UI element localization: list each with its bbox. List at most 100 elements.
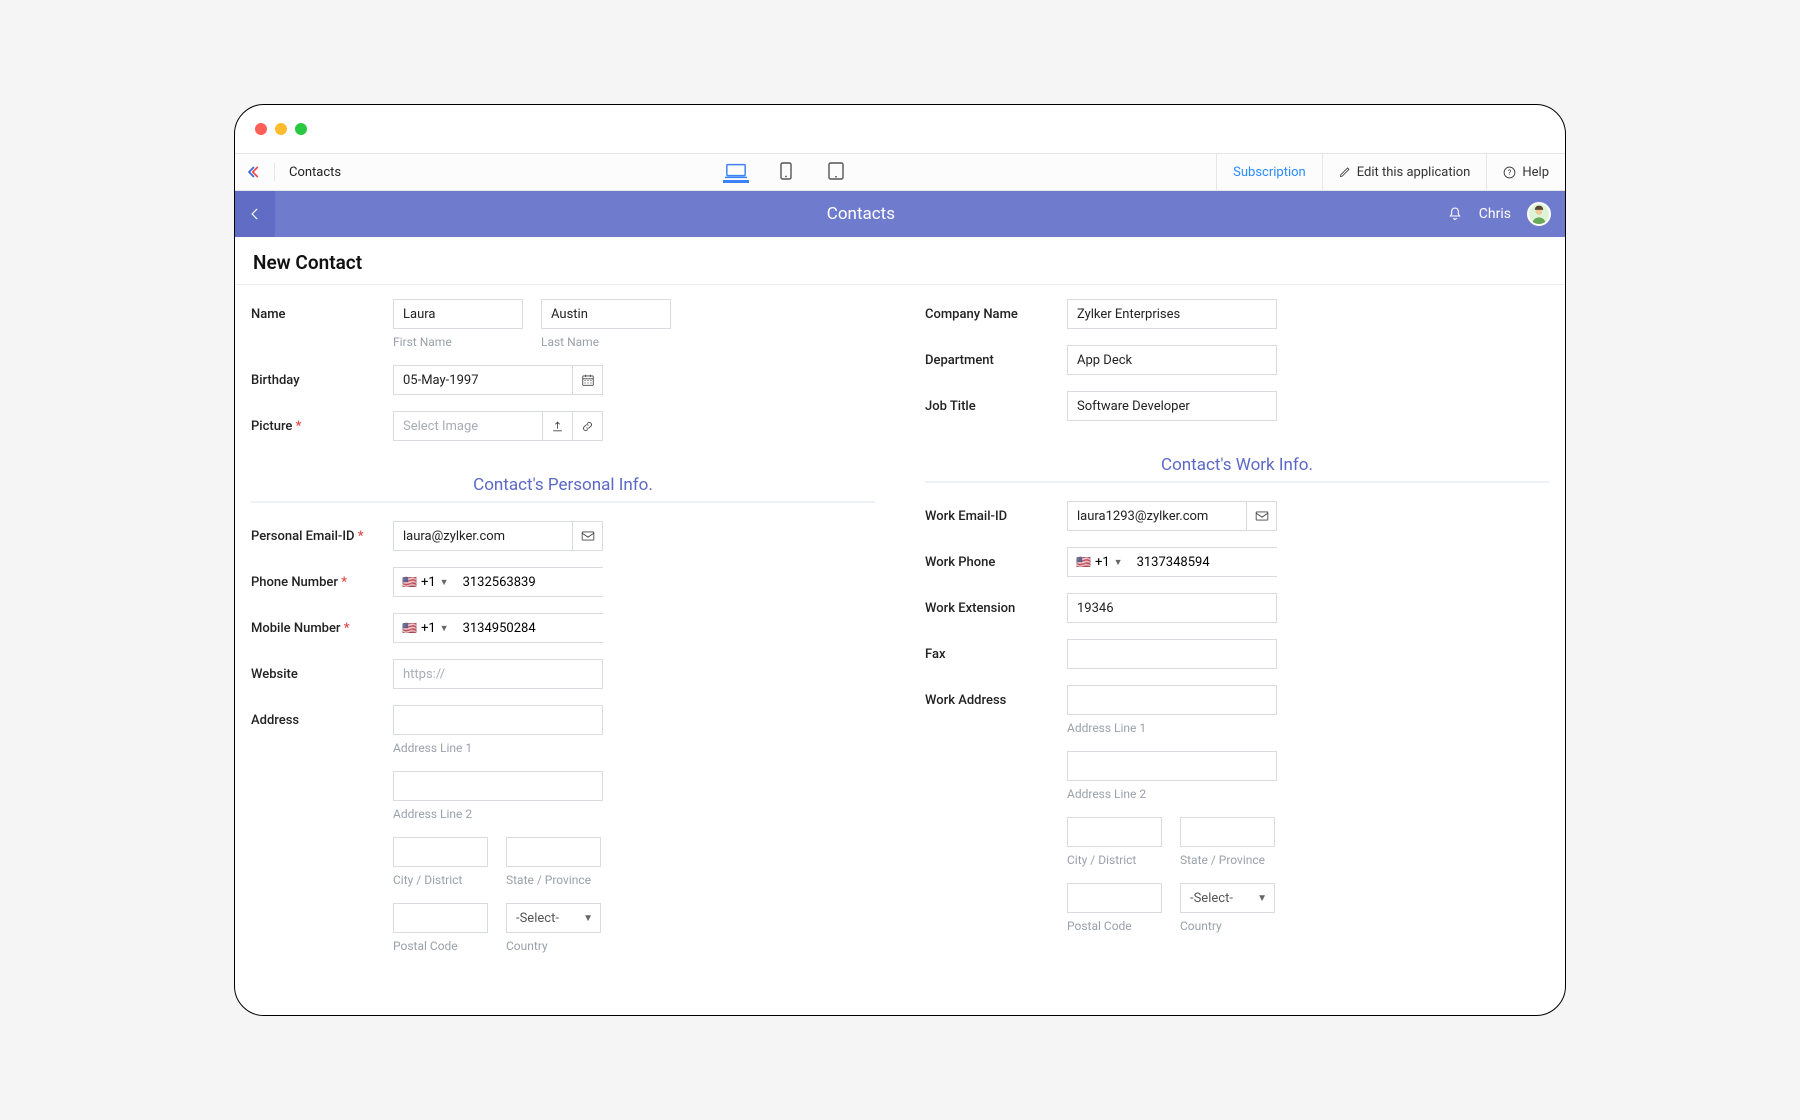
device-phone-icon[interactable] (773, 161, 799, 183)
personal-email-input[interactable] (393, 521, 573, 551)
mobile-label: Mobile Number * (251, 613, 393, 636)
birthday-input[interactable] (393, 365, 573, 395)
help-button[interactable]: ? Help (1486, 154, 1565, 190)
mobile-input[interactable] (457, 614, 635, 642)
mobile-code: +1 (421, 621, 436, 636)
work-phone-code: +1 (1095, 555, 1110, 570)
device-tablet-icon[interactable] (823, 161, 849, 183)
app-name: Contacts (275, 165, 355, 180)
svg-text:?: ? (1508, 168, 1512, 177)
country-select[interactable] (506, 903, 601, 933)
personal-email-label: Personal Email-ID * (251, 521, 393, 544)
address-label: Address (251, 705, 393, 728)
chevron-down-icon[interactable]: ▼ (1114, 557, 1123, 568)
addr-line2-sublabel: Address Line 2 (393, 807, 875, 821)
upload-icon[interactable] (543, 411, 573, 441)
work-ext-input[interactable] (1067, 593, 1277, 623)
flag-icon: 🇺🇸 (402, 575, 417, 589)
work-addr-line1-sublabel: Address Line 1 (1067, 721, 1549, 735)
department-input[interactable] (1067, 345, 1277, 375)
flag-icon: 🇺🇸 (1076, 555, 1091, 569)
maximize-dot[interactable] (295, 123, 307, 135)
personal-section-heading: Contact's Personal Info. (251, 475, 875, 495)
work-phone-label: Work Phone (925, 547, 1067, 570)
name-label: Name (251, 299, 393, 322)
picture-input[interactable] (393, 411, 543, 441)
department-label: Department (925, 345, 1067, 368)
close-dot[interactable] (255, 123, 267, 135)
header-title: Contacts (275, 204, 1447, 224)
link-icon[interactable] (573, 411, 603, 441)
company-input[interactable] (1067, 299, 1277, 329)
edit-application-button[interactable]: Edit this application (1322, 154, 1487, 190)
website-label: Website (251, 659, 393, 682)
mail-icon[interactable] (573, 521, 603, 551)
work-address-label: Work Address (925, 685, 1067, 708)
country-sublabel: Country (506, 939, 601, 953)
work-address-line1-input[interactable] (1067, 685, 1277, 715)
phone-input-group: 🇺🇸 +1 ▼ (393, 567, 603, 597)
website-input[interactable] (393, 659, 603, 689)
phone-label: Phone Number * (251, 567, 393, 590)
address-line2-input[interactable] (393, 771, 603, 801)
work-ext-label: Work Extension (925, 593, 1067, 616)
work-state-input[interactable] (1180, 817, 1275, 847)
postal-input[interactable] (393, 903, 488, 933)
jobtitle-input[interactable] (1067, 391, 1277, 421)
work-state-sublabel: State / Province (1180, 853, 1275, 867)
chevron-down-icon[interactable]: ▼ (440, 577, 449, 588)
work-addr-line2-sublabel: Address Line 2 (1067, 787, 1549, 801)
fax-input[interactable] (1067, 639, 1277, 669)
minimize-dot[interactable] (275, 123, 287, 135)
section-divider (251, 501, 875, 503)
work-country-sublabel: Country (1180, 919, 1275, 933)
app-logo[interactable] (235, 163, 275, 181)
mail-icon[interactable] (1247, 501, 1277, 531)
picture-label: Picture * (251, 411, 393, 434)
user-name[interactable]: Chris (1479, 206, 1511, 222)
jobtitle-label: Job Title (925, 391, 1067, 414)
work-address-line2-input[interactable] (1067, 751, 1277, 781)
last-name-input[interactable] (541, 299, 671, 329)
bell-icon[interactable] (1447, 206, 1463, 222)
work-phone-input[interactable] (1131, 548, 1309, 576)
fax-label: Fax (925, 639, 1067, 662)
state-input[interactable] (506, 837, 601, 867)
work-postal-input[interactable] (1067, 883, 1162, 913)
postal-sublabel: Postal Code (393, 939, 488, 953)
addr-line1-sublabel: Address Line 1 (393, 741, 875, 755)
phone-input[interactable] (457, 568, 635, 596)
work-phone-input-group: 🇺🇸 +1 ▼ (1067, 547, 1277, 577)
top-toolbar: Contacts Subscription Edit this applicat… (235, 153, 1565, 191)
state-sublabel: State / Province (506, 873, 601, 887)
pencil-icon (1339, 166, 1351, 178)
first-name-input[interactable] (393, 299, 523, 329)
mobile-input-group: 🇺🇸 +1 ▼ (393, 613, 603, 643)
last-name-sublabel: Last Name (541, 335, 671, 349)
device-desktop-icon[interactable] (723, 161, 749, 183)
work-email-input[interactable] (1067, 501, 1247, 531)
subscription-link[interactable]: Subscription (1216, 154, 1322, 190)
app-window: Contacts Subscription Edit this applicat… (234, 104, 1566, 1016)
form: Name First Name Last Name (235, 285, 1565, 1015)
work-city-input[interactable] (1067, 817, 1162, 847)
back-button[interactable] (235, 191, 275, 237)
work-country-select[interactable] (1180, 883, 1275, 913)
birthday-label: Birthday (251, 365, 393, 388)
company-label: Company Name (925, 299, 1067, 322)
work-postal-sublabel: Postal Code (1067, 919, 1162, 933)
work-city-sublabel: City / District (1067, 853, 1162, 867)
window-titlebar (235, 105, 1565, 153)
city-sublabel: City / District (393, 873, 488, 887)
page-header: Contacts Chris (235, 191, 1565, 237)
chevron-down-icon[interactable]: ▼ (440, 623, 449, 634)
address-line1-input[interactable] (393, 705, 603, 735)
help-icon: ? (1503, 166, 1516, 179)
avatar[interactable] (1527, 202, 1551, 226)
city-input[interactable] (393, 837, 488, 867)
work-section-heading: Contact's Work Info. (925, 455, 1549, 475)
section-divider (925, 481, 1549, 483)
flag-icon: 🇺🇸 (402, 621, 417, 635)
calendar-icon[interactable] (573, 365, 603, 395)
phone-code: +1 (421, 575, 436, 590)
